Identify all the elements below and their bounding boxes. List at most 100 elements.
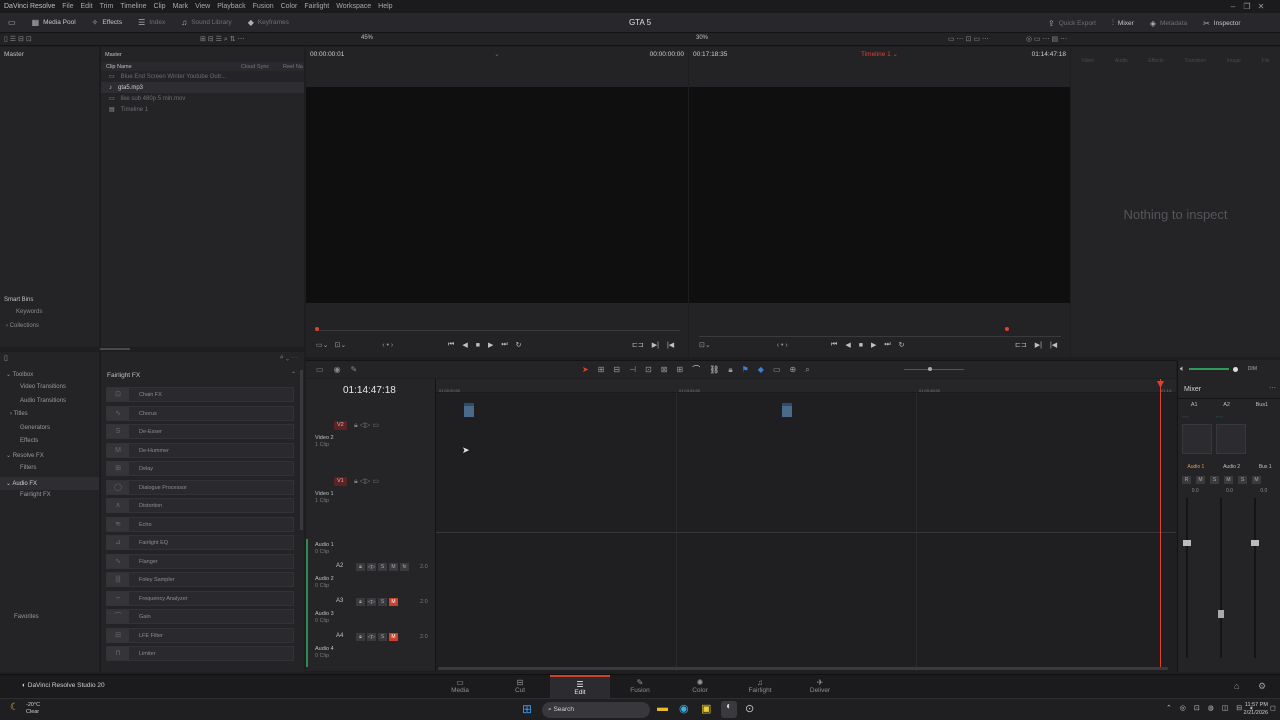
volume-handle[interactable] — [1232, 366, 1238, 372]
menu-view[interactable]: View — [195, 3, 210, 10]
track-controls[interactable]: 🔒︎ ◁▷ ▭ — [354, 421, 379, 430]
search-icon[interactable]: ⌕ ⌄ ⋯ — [280, 354, 298, 362]
link-icon[interactable]: ⛓ — [709, 365, 719, 374]
channel-a1[interactable]: A1 — [1191, 402, 1198, 408]
smart-bin-keywords[interactable]: Keywords — [16, 309, 42, 315]
zoom-full-icon[interactable]: ▭ — [773, 365, 781, 374]
weather-icon[interactable]: ☾ — [10, 702, 19, 713]
solo-button[interactable]: S — [378, 633, 387, 641]
selection-tool-icon[interactable]: ➤ — [582, 365, 589, 374]
tab-image[interactable]: Image — [1227, 58, 1241, 64]
menu-trim[interactable]: Trim — [100, 3, 114, 10]
mute-button[interactable]: M — [389, 563, 398, 571]
video-audio-divider[interactable] — [436, 532, 1176, 533]
monitor-volume-slider[interactable] — [1188, 368, 1229, 370]
play-reverse-icon[interactable]: ◀ — [462, 341, 467, 349]
index-button[interactable]: ☰ Index — [130, 13, 173, 33]
collapse-icon[interactable]: ⌃ — [291, 371, 296, 378]
fx-item[interactable]: ∧ Distortion — [106, 498, 294, 513]
close-icon[interactable]: ✕ — [1254, 2, 1268, 11]
lock-button[interactable]: 🔒︎ — [356, 598, 365, 606]
edge-icon[interactable]: ◉ — [679, 702, 689, 715]
metadata-button[interactable]: ◈ Metadata — [1142, 13, 1195, 33]
zoom-slider[interactable] — [904, 369, 964, 370]
solo-button[interactable]: S — [1210, 476, 1219, 484]
viewer-mode-icon[interactable]: ▭⌄ — [316, 341, 328, 349]
video-clip[interactable] — [464, 403, 474, 417]
windows-start-icon[interactable]: ⊞ — [522, 702, 532, 716]
stop-icon[interactable]: ■ — [476, 342, 480, 349]
mute-button[interactable]: M — [1252, 476, 1261, 484]
sidebar-toggle-icon[interactable]: ▯ — [4, 354, 8, 362]
mute-button[interactable]: M — [389, 598, 398, 606]
insert-icon[interactable]: ⊡ — [645, 365, 652, 374]
clip-row[interactable]: ▭ like sub 480p 5 min.mov — [101, 93, 304, 104]
source-duration[interactable]: 00:00:00:00 — [650, 51, 684, 58]
fx-item[interactable]: ⊡ Chain FX — [106, 387, 294, 402]
timeline-zoom[interactable]: 30% — [696, 35, 708, 41]
flag-icon[interactable]: ⚑ — [742, 365, 749, 374]
weather-widget[interactable]: -20°C Clear — [26, 702, 40, 716]
file-explorer-icon[interactable]: ▬ — [657, 702, 668, 714]
replace-icon[interactable]: ⊞ — [676, 365, 683, 374]
minimize-icon[interactable]: – — [1226, 2, 1240, 11]
skip-back-icon[interactable]: ⏮ — [831, 341, 837, 349]
page-edit[interactable]: ☰ Edit — [550, 675, 610, 699]
fader-track[interactable] — [1186, 498, 1188, 658]
track-id[interactable]: A2 — [336, 563, 343, 569]
audio-fx-item[interactable]: ⌄ Audio FX — [0, 477, 99, 490]
timeline-viewer-playhead[interactable] — [1005, 327, 1009, 331]
resolve-taskbar-icon[interactable]: ◐ — [721, 701, 737, 718]
notification-icon[interactable]: ◻ — [1270, 704, 1276, 712]
page-fairlight[interactable]: ♫ Fairlight — [730, 675, 790, 699]
mute-button[interactable]: M — [1196, 476, 1205, 484]
snapping-icon[interactable]: ⌒ — [692, 364, 700, 375]
timeline-scrubber[interactable] — [699, 336, 1061, 337]
blade-tool-icon[interactable]: ⊣ — [629, 365, 636, 374]
fx-item[interactable]: ∿ Chorus — [106, 406, 294, 421]
mark-out-icon[interactable]: |◀ — [1050, 341, 1057, 349]
clip-type-icon[interactable]: ⊡⌄ — [334, 341, 346, 349]
fx-scrollbar[interactable] — [300, 370, 303, 530]
viewer-options-icons[interactable]: ▭ ⋯ ⊡ ▭ ⋯ — [948, 35, 989, 43]
bin-master[interactable]: Master — [0, 50, 99, 60]
fader-handle-a2[interactable] — [1218, 610, 1224, 618]
auto-select-button[interactable]: ◁▷ — [367, 563, 376, 571]
menu-workspace[interactable]: Workspace — [336, 3, 371, 10]
tab-file[interactable]: File — [1262, 58, 1270, 64]
page-cut[interactable]: ⊟ Cut — [490, 675, 550, 699]
skip-back-icon[interactable]: ⏮ — [448, 341, 454, 349]
auto-select-button[interactable]: ◁▷ — [367, 598, 376, 606]
auto-select-button[interactable]: ◁▷ — [367, 633, 376, 641]
fx-item[interactable]: ⊞ Delay — [106, 461, 294, 476]
effects-button[interactable]: ✧ Effects — [84, 13, 130, 33]
speaker-icon[interactable]: 🔈︎ — [1180, 364, 1185, 374]
read-button[interactable]: R — [1182, 476, 1191, 484]
track-controls[interactable]: 🔒︎ ◁▷ ▭ — [354, 477, 379, 486]
fx-item[interactable]: ⊿ Fairlight EQ — [106, 535, 294, 550]
mixer-options-icon[interactable]: ⋯ — [1269, 384, 1276, 392]
inspector-button[interactable]: ✂ Inspector — [1195, 13, 1248, 33]
timeline-video-frame[interactable] — [689, 87, 1070, 303]
page-fusion[interactable]: ✎ Fusion — [610, 675, 670, 699]
clip-row[interactable]: ▤ Timeline 1 — [101, 104, 304, 115]
inspector-options-icons[interactable]: ◎ ▭ ⋯ ▤ ⋯ — [1026, 35, 1067, 43]
timeline-timecode[interactable]: 01:14:47:18 — [343, 385, 396, 396]
col-clip-name[interactable]: Clip Name — [101, 64, 241, 70]
solo-button[interactable]: S — [1238, 476, 1247, 484]
app-icon[interactable]: ⊙ — [745, 702, 754, 715]
collections-item[interactable]: › Collections — [6, 323, 39, 329]
channel-a2[interactable]: A2 — [1223, 402, 1230, 408]
match-frame-icon[interactable]: ⊏⊐ — [1015, 341, 1027, 349]
microphone-icon[interactable]: ✎ — [351, 365, 358, 374]
page-media[interactable]: ▭ Media — [430, 675, 490, 699]
stop-icon[interactable]: ■ — [859, 342, 863, 349]
menu-color[interactable]: Color — [281, 3, 298, 10]
mute-button[interactable]: M — [389, 633, 398, 641]
timeline-ruler[interactable]: 01:00:00:00 01:04:54:00 01:09:48:00 01:1… — [436, 379, 1176, 393]
track-id[interactable]: A4 — [336, 633, 343, 639]
jog-control[interactable]: ‹ • › — [382, 342, 393, 349]
fader-handle-bus1[interactable] — [1251, 540, 1259, 546]
menu-help[interactable]: Help — [378, 3, 392, 10]
view-mode-icons[interactable]: ⊞ ⊟ ☰ ⌕ ⇅ ⋯ — [200, 35, 245, 44]
